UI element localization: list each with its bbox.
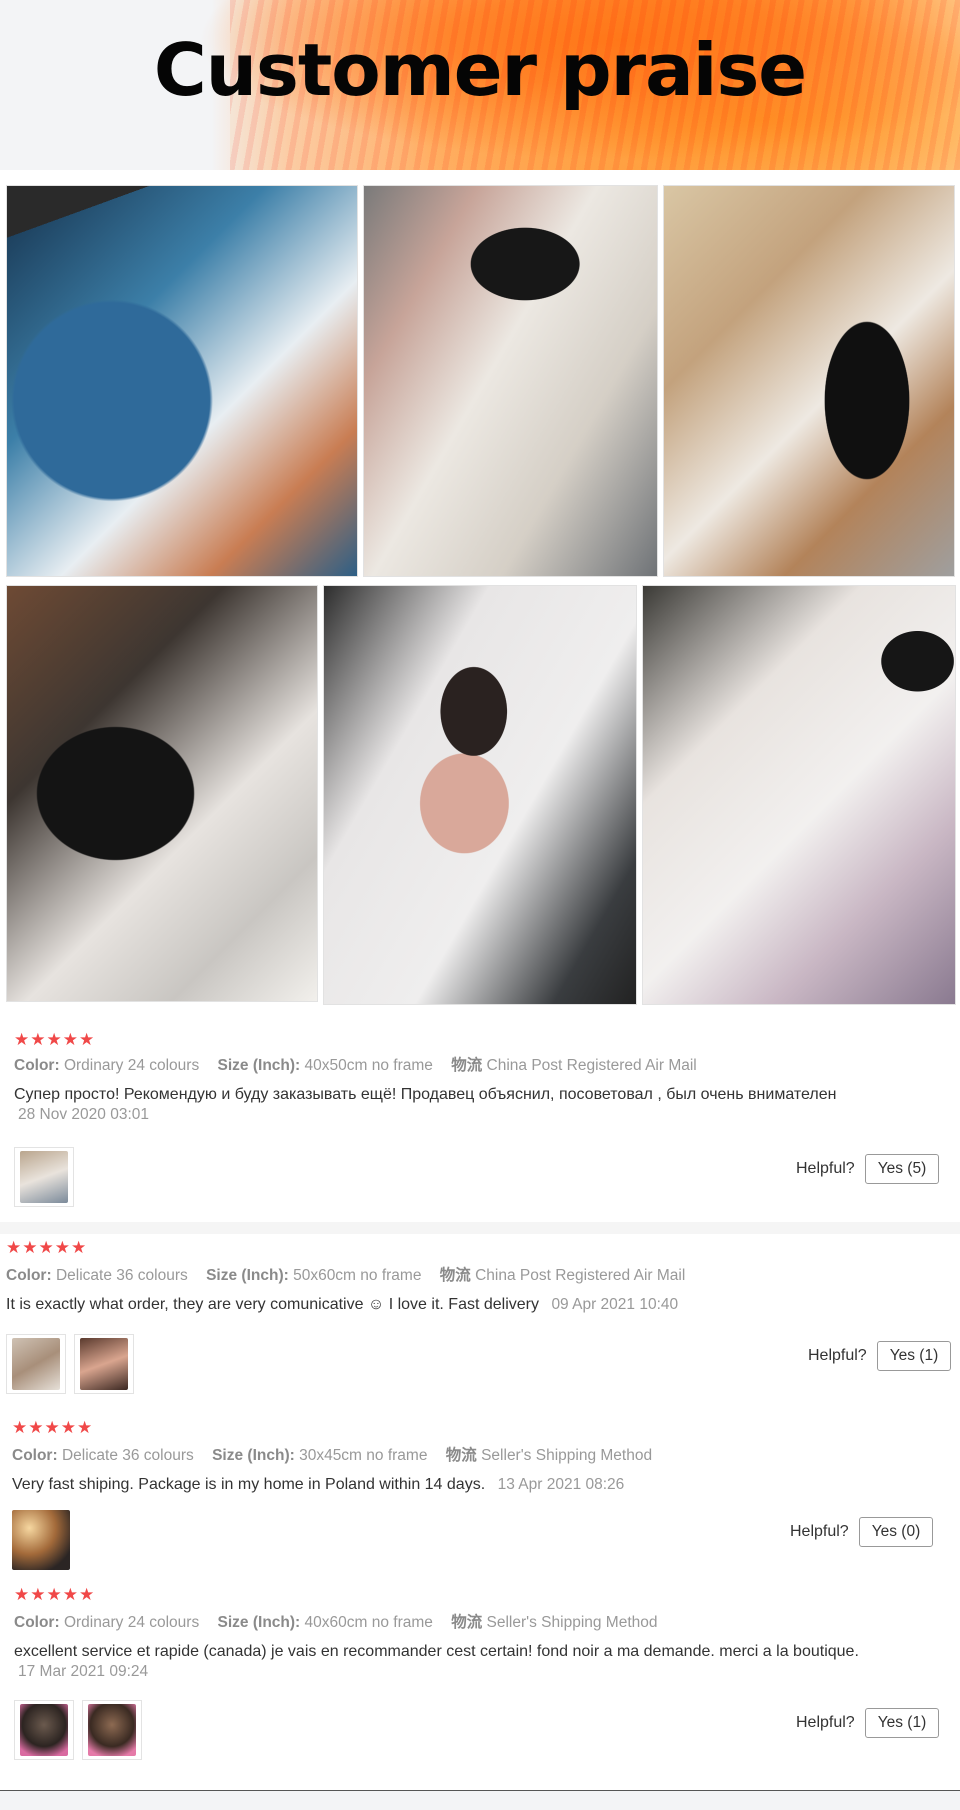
helpful-label: Helpful? <box>790 1523 849 1540</box>
review-text: excellent service et rapide (canada) je … <box>14 1643 859 1660</box>
review-thumbnails <box>6 1334 134 1394</box>
helpful-vote: Helpful? Yes (0) <box>790 1517 934 1547</box>
review-meta: Color: Ordinary 24 colours Size (Inch): … <box>14 1614 658 1631</box>
customer-photo[interactable] <box>663 185 955 577</box>
helpful-vote: Helpful? Yes (1) <box>808 1341 952 1371</box>
review-thumbnails <box>12 1510 70 1570</box>
bottom-margin <box>0 1791 960 1810</box>
review-image-thumbnail[interactable] <box>6 1334 66 1394</box>
customer-photo[interactable] <box>363 185 658 577</box>
star-rating-icon: ★★★★★ <box>14 1585 96 1604</box>
review-date: 17 Mar 2021 09:24 <box>18 1663 149 1680</box>
star-rating-icon: ★★★★★ <box>14 1030 96 1049</box>
review-text: Супер просто! Рекомендую и буду заказыва… <box>14 1086 837 1103</box>
helpful-label: Helpful? <box>796 1714 855 1731</box>
helpful-label: Helpful? <box>796 1160 855 1177</box>
review-item: ★★★★★ Color: Delicate 36 colours Size (I… <box>6 1238 699 1316</box>
customer-praise-banner: Customer praise <box>0 0 960 170</box>
review-image-thumbnail[interactable] <box>14 1147 74 1207</box>
review-divider <box>0 1222 960 1234</box>
review-text: It is exactly what order, they are very … <box>6 1296 539 1313</box>
customer-photo[interactable] <box>6 185 358 577</box>
helpful-label: Helpful? <box>808 1347 867 1364</box>
review-text: Very fast shiping. Package is in my home… <box>12 1476 486 1493</box>
helpful-yes-button[interactable]: Yes (1) <box>876 1341 952 1371</box>
star-rating-icon: ★★★★★ <box>12 1418 94 1437</box>
review-meta: Color: Delicate 36 colours Size (Inch): … <box>6 1267 686 1284</box>
helpful-vote: Helpful? Yes (1) <box>796 1708 940 1738</box>
customer-photo[interactable] <box>6 585 318 1002</box>
helpful-yes-button[interactable]: Yes (5) <box>864 1154 940 1184</box>
review-date: 13 Apr 2021 08:26 <box>497 1476 625 1493</box>
banner-title: Customer praise <box>153 28 807 112</box>
review-date: 28 Nov 2020 03:01 <box>18 1106 149 1123</box>
customer-photo[interactable] <box>642 585 956 1005</box>
review-item: ★★★★★ Color: Ordinary 24 colours Size (I… <box>14 1030 836 1124</box>
review-thumbnails <box>14 1700 142 1760</box>
review-text-line: It is exactly what order, they are very … <box>6 1294 699 1316</box>
review-image-thumbnail[interactable] <box>14 1700 74 1760</box>
helpful-yes-button[interactable]: Yes (0) <box>858 1517 934 1547</box>
star-rating-icon: ★★★★★ <box>6 1238 88 1257</box>
review-text-line: Very fast shiping. Package is in my home… <box>12 1474 666 1496</box>
review-date: 09 Apr 2021 10:40 <box>551 1296 679 1313</box>
review-image-thumbnail[interactable] <box>82 1700 142 1760</box>
helpful-yes-button[interactable]: Yes (1) <box>864 1708 940 1738</box>
review-meta: Color: Ordinary 24 colours Size (Inch): … <box>14 1057 697 1074</box>
review-item: ★★★★★ Color: Ordinary 24 colours Size (I… <box>14 1585 859 1681</box>
review-image-thumbnail[interactable] <box>12 1510 70 1570</box>
customer-photo[interactable] <box>323 585 637 1005</box>
review-item: ★★★★★ Color: Delicate 36 colours Size (I… <box>12 1418 666 1496</box>
review-thumbnails <box>14 1147 74 1207</box>
review-image-thumbnail[interactable] <box>74 1334 134 1394</box>
review-meta: Color: Delicate 36 colours Size (Inch): … <box>12 1447 653 1464</box>
helpful-vote: Helpful? Yes (5) <box>796 1154 940 1184</box>
